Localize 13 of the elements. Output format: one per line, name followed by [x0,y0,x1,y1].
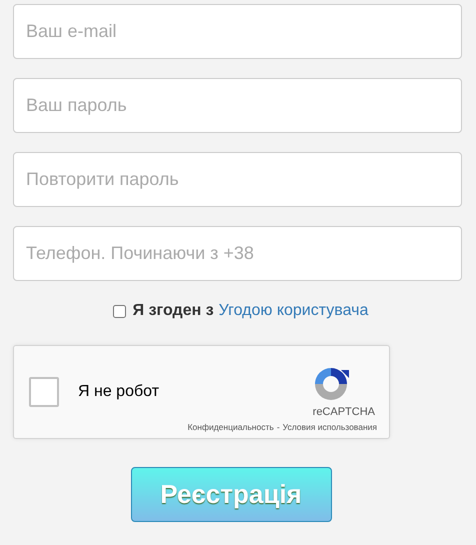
input-field[interactable]: Повторити пароль [13,152,462,207]
privacy-link[interactable]: Конфиденциальность [188,422,274,432]
input-field[interactable]: Ваш пароль [13,78,462,133]
captcha-brand: reCAPTCHA [312,406,375,418]
input-field[interactable]: Телефон. Починаючи з +38 [13,226,462,281]
terms-link[interactable]: Условия использования [282,422,377,432]
agreement-link[interactable]: Угодою користувача [218,302,368,320]
separator-text: - [276,422,280,432]
input-field[interactable]: Ваш e-mail [13,4,462,59]
agreement-label: Я згоден з [132,302,214,320]
agreement-checkbox[interactable] [112,304,126,318]
captcha-label: Я не робот [78,383,160,401]
captcha-checkbox[interactable] [29,377,59,407]
